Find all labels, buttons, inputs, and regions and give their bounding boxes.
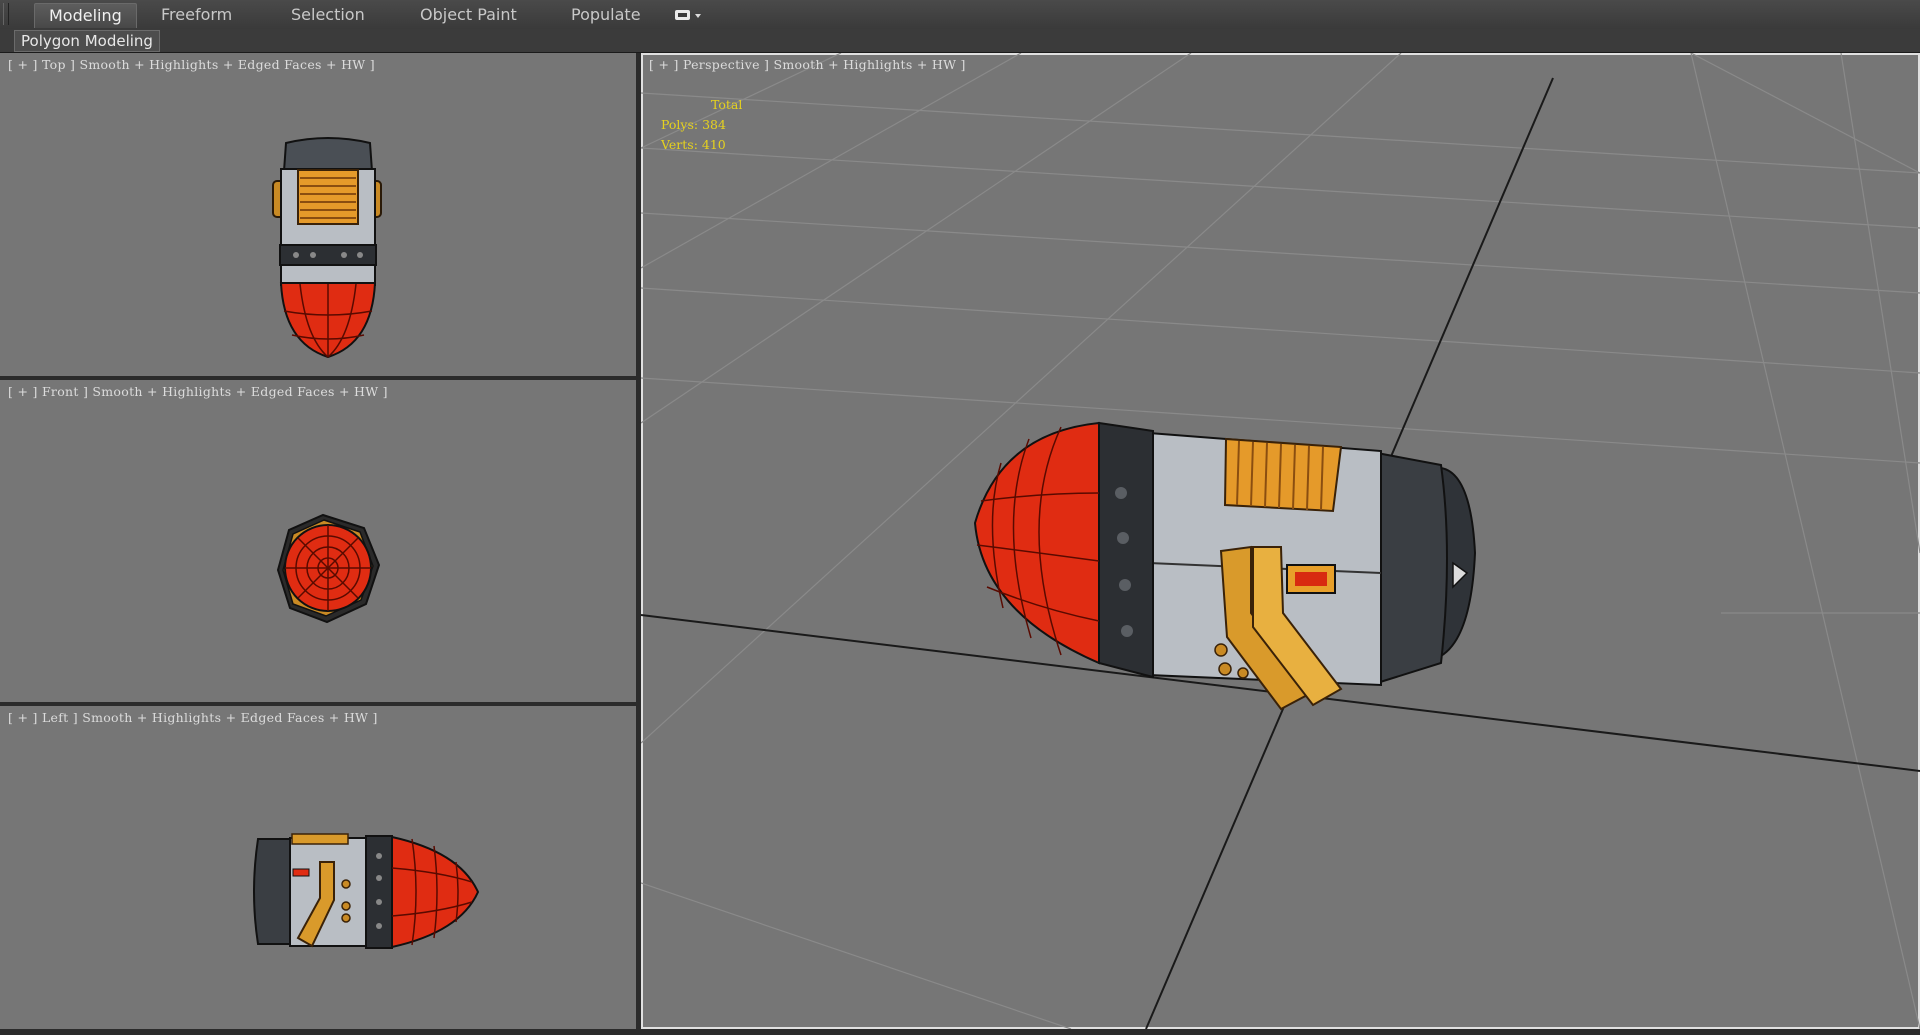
tab-selection[interactable]: Selection [277,3,379,27]
ribbon-bar: Modeling Freeform Selection Object Paint… [0,0,1920,30]
ribbon-grip[interactable] [3,3,9,25]
rocket-front-view [276,513,381,624]
rocket-perspective-view [973,421,1477,711]
tab-populate[interactable]: Populate [557,3,655,27]
display-toggle-icon[interactable] [674,8,706,22]
polygon-modeling-panel[interactable]: Polygon Modeling [14,30,160,52]
viewport-top[interactable]: [ + ] Top ] Smooth + Highlights + Edged … [0,53,636,376]
tab-object-paint[interactable]: Object Paint [406,3,531,27]
rocket-left-view [253,833,480,949]
viewport-front[interactable]: [ + ] Front ] Smooth + Highlights + Edge… [0,380,636,702]
rocket-top-view [272,137,382,359]
viewport-perspective[interactable]: [ + ] Perspective ] Smooth + Highlights … [641,53,1920,1029]
tab-freeform[interactable]: Freeform [147,3,246,27]
viewport-left[interactable]: [ + ] Left ] Smooth + Highlights + Edged… [0,706,636,1029]
tab-modeling[interactable]: Modeling [34,3,137,28]
ribbon-panel-bar: Polygon Modeling [0,29,1920,53]
